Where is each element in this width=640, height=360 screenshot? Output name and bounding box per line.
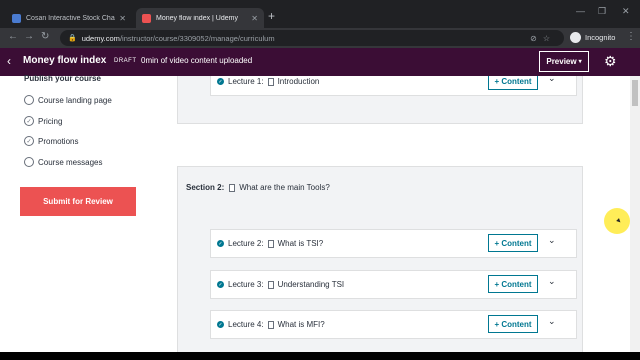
- back-arrow-icon[interactable]: ←: [8, 31, 18, 42]
- close-icon[interactable]: ✕: [119, 14, 126, 23]
- gear-icon[interactable]: ⚙: [604, 53, 617, 70]
- preview-button[interactable]: Preview ▾: [539, 51, 589, 72]
- chevron-down-icon[interactable]: ⌄: [548, 316, 556, 327]
- forward-arrow-icon[interactable]: →: [24, 31, 34, 42]
- check-circle-icon: ✓: [217, 240, 224, 247]
- check-circle-icon: ✓: [217, 78, 224, 85]
- document-icon: [267, 77, 274, 86]
- sidebar: Publish your course Course landing page …: [0, 74, 160, 352]
- course-header: ‹ Money flow index DRAFT 0min of video c…: [0, 48, 640, 76]
- unchecked-circle-icon: [24, 157, 34, 167]
- check-circle-icon: ✓: [217, 321, 224, 328]
- chevron-down-icon: ▾: [578, 59, 582, 65]
- mouse-cursor-icon: [604, 208, 630, 234]
- url-path: /instructor/course/3309052/manage/curric…: [119, 33, 275, 43]
- sidebar-item-label: Course landing page: [38, 95, 112, 105]
- lecture-title: Introduction: [277, 77, 320, 86]
- unchecked-circle-icon: [24, 95, 34, 105]
- incognito-icon: [570, 32, 581, 43]
- address-bar[interactable]: 🔒 udemy.com /instructor/course/3309052/m…: [60, 30, 564, 46]
- check-circle-icon: ✓: [24, 116, 34, 126]
- document-icon: [267, 280, 274, 289]
- maximize-icon[interactable]: ❐: [598, 6, 606, 17]
- lecture-number: Lecture 3:: [228, 280, 264, 289]
- back-chevron-icon[interactable]: ‹: [7, 54, 11, 68]
- sidebar-heading: Publish your course: [24, 74, 101, 83]
- lecture-number: Lecture 1:: [228, 77, 264, 86]
- minimize-icon[interactable]: —: [576, 6, 585, 16]
- lecture-number: Lecture 4:: [228, 320, 264, 329]
- add-content-button[interactable]: + Content: [488, 315, 538, 333]
- lecture-row[interactable]: ✓ Lecture 2: What is TSI? + Content ⌄: [210, 229, 577, 258]
- sidebar-item-promotions[interactable]: ✓ Promotions: [24, 136, 78, 146]
- preview-label: Preview: [546, 57, 577, 66]
- reload-icon[interactable]: ↻: [41, 31, 49, 42]
- sidebar-item-course-landing-page[interactable]: Course landing page: [24, 95, 112, 105]
- browser-toolbar: ← → ↻ 🔒 udemy.com /instructor/course/330…: [0, 28, 640, 48]
- window-close-icon[interactable]: ✕: [622, 6, 630, 17]
- bottom-strip: [0, 352, 640, 360]
- add-content-button[interactable]: + Content: [488, 275, 538, 293]
- lecture-number: Lecture 2:: [228, 239, 264, 248]
- lecture-title: Understanding TSI: [277, 280, 345, 289]
- scrollbar-thumb[interactable]: [632, 80, 638, 106]
- section-1: ✓ Lecture 1: Introduction + Content ⌄: [177, 76, 583, 124]
- add-content-button[interactable]: + Content: [488, 76, 538, 90]
- check-circle-icon: ✓: [217, 281, 224, 288]
- url-host: udemy.com: [81, 33, 120, 43]
- curriculum-panel: ✓ Lecture 1: Introduction + Content ⌄ Se…: [160, 76, 630, 352]
- sidebar-item-pricing[interactable]: ✓ Pricing: [24, 116, 62, 126]
- upload-status: 0min of video content uploaded: [141, 56, 253, 65]
- section-title[interactable]: Section 2: What are the main Tools?: [186, 183, 330, 192]
- tab-title: Money flow index | Udemy: [156, 14, 238, 22]
- course-title: Money flow index: [23, 55, 107, 66]
- menu-kebab-icon[interactable]: ⋮: [626, 31, 636, 42]
- close-icon[interactable]: ✕: [251, 14, 258, 23]
- lecture-row[interactable]: ✓ Lecture 4: What is MFI? + Content ⌄: [210, 310, 577, 339]
- incognito-indicator[interactable]: Incognito: [570, 32, 615, 43]
- section-name: What are the main Tools?: [239, 183, 330, 192]
- sidebar-item-label: Promotions: [38, 136, 79, 146]
- chevron-down-icon[interactable]: ⌄: [548, 276, 556, 287]
- status-badge: DRAFT: [114, 58, 137, 64]
- browser-tab-stock-chart[interactable]: Cosan Interactive Stock Chart (CZZ) ✕: [6, 8, 132, 28]
- add-content-button[interactable]: + Content: [488, 234, 538, 252]
- sidebar-item-course-messages[interactable]: Course messages: [24, 157, 102, 167]
- section-number: Section 2:: [186, 183, 225, 192]
- chevron-down-icon[interactable]: ⌄: [548, 235, 556, 246]
- new-tab-plus-icon[interactable]: +: [268, 9, 275, 23]
- browser-tab-udemy[interactable]: Money flow index | Udemy ✕: [136, 8, 264, 28]
- sidebar-item-label: Pricing: [38, 116, 63, 126]
- sidebar-item-label: Course messages: [38, 157, 103, 167]
- tab-favicon-icon: [12, 13, 21, 23]
- document-icon: [267, 239, 274, 248]
- document-icon: [229, 183, 236, 192]
- scrollbar[interactable]: [630, 76, 640, 352]
- check-circle-icon: ✓: [24, 136, 34, 146]
- chevron-down-icon[interactable]: ⌄: [548, 76, 556, 84]
- lecture-row[interactable]: ✓ Lecture 3: Understanding TSI + Content…: [210, 270, 577, 299]
- star-icon[interactable]: ⊘☆: [530, 34, 556, 43]
- section-2: Section 2: What are the main Tools? ✓ Le…: [177, 166, 583, 352]
- udemy-favicon-icon: [142, 13, 151, 23]
- tab-title: Cosan Interactive Stock Chart (CZZ): [26, 14, 115, 22]
- lecture-title: What is TSI?: [277, 239, 324, 248]
- profile-label: Incognito: [585, 33, 616, 42]
- submit-for-review-button[interactable]: Submit for Review: [20, 187, 136, 216]
- lecture-row[interactable]: ✓ Lecture 1: Introduction + Content ⌄: [210, 76, 577, 96]
- lock-icon: 🔒: [68, 35, 77, 42]
- document-icon: [267, 320, 274, 329]
- lecture-title: What is MFI?: [277, 320, 325, 329]
- browser-tab-bar: Cosan Interactive Stock Chart (CZZ) ✕ Mo…: [0, 0, 640, 28]
